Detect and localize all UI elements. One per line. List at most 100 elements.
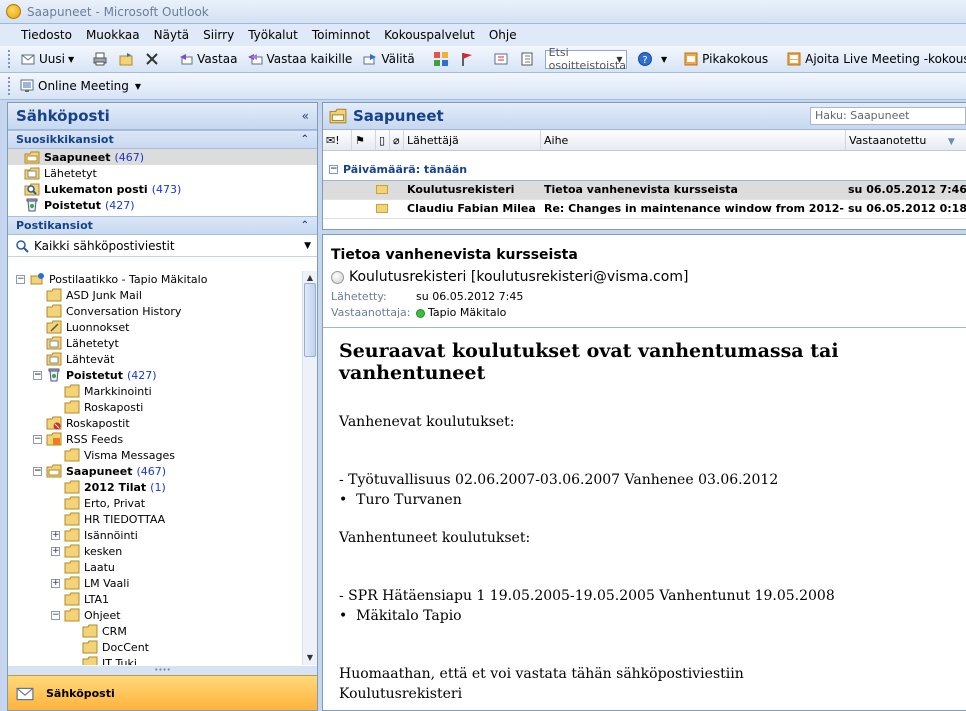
collapse-nav-icon[interactable]: « <box>302 109 309 123</box>
tree-item-folder[interactable]: LTA1 <box>8 591 304 607</box>
collapse-icon[interactable]: − <box>33 434 42 444</box>
tree-item-mailbox[interactable]: − Postilaatikko - Tapio Mäkitalo <box>8 271 304 287</box>
menu-help[interactable]: Ohje <box>482 24 524 46</box>
follow-up-flag-button[interactable] <box>455 48 479 70</box>
help-button[interactable]: ? <box>633 48 657 70</box>
collapse-icon[interactable]: − <box>33 370 42 380</box>
type-column-icon[interactable]: ▯ <box>375 130 385 151</box>
tree-item-folder[interactable]: CRM <box>8 623 304 639</box>
all-mail-items-selector[interactable]: Kaikki sähköpostiviestit ▼ <box>8 235 317 257</box>
collapse-icon[interactable]: − <box>51 610 60 620</box>
live-meeting-button[interactable]: Ajoita Live Meeting -kokous <box>782 48 966 70</box>
address-search-input[interactable]: Etsi osoitteistoista ▼ <box>544 46 627 72</box>
tree-item-outbox[interactable]: Lähtevät <box>8 351 304 367</box>
tree-item-folder[interactable]: + Isännöinti <box>8 527 304 543</box>
tree-item-folder[interactable]: Laatu <box>8 559 304 575</box>
toolbar-grip[interactable] <box>8 50 10 68</box>
address-book-button[interactable] <box>515 48 539 70</box>
expand-icon[interactable]: + <box>51 578 60 588</box>
menu-meeting-services[interactable]: Kokouspalvelut <box>377 24 482 46</box>
tree-item-folder[interactable]: + LM Vaali <box>8 575 304 591</box>
tree-item-inbox[interactable]: − Saapuneet (467) <box>8 463 304 479</box>
reminder-column-icon[interactable]: ⚑ <box>351 130 365 151</box>
tree-item-folder[interactable]: Erto, Privat <box>8 495 304 511</box>
collapse-icon[interactable]: − <box>329 165 338 174</box>
tree-item-folder[interactable]: HR TIEDOTTAA <box>8 511 304 527</box>
instant-search-input[interactable]: Haku: Saapuneet <box>810 107 966 125</box>
print-button[interactable] <box>88 48 112 70</box>
column-subject[interactable]: Aihe <box>540 130 568 151</box>
tree-item-label: Markkinointi <box>84 384 152 398</box>
tree-item-folder[interactable]: Visma Messages <box>8 447 304 463</box>
favorite-deleted[interactable]: Poistetut (427) <box>8 197 317 213</box>
online-meeting-button[interactable]: Online Meeting <box>15 75 133 97</box>
reply-button[interactable]: Vastaa <box>174 48 241 70</box>
scroll-thumb[interactable] <box>304 283 316 357</box>
all-mail-dropdown-icon[interactable]: ▼ <box>304 241 311 251</box>
expand-icon[interactable]: + <box>51 546 60 556</box>
nav-pane-resize-grip[interactable]: •••• <box>8 666 317 675</box>
tree-item-deleted[interactable]: − Poistetut (427) <box>8 367 304 383</box>
tree-item-folder[interactable]: Conversation History <box>8 303 304 319</box>
collapse-section-icon[interactable]: ⌃ <box>301 134 309 145</box>
new-button[interactable]: Uusi ▼ <box>16 48 78 70</box>
expand-icon[interactable]: + <box>51 530 60 540</box>
reply-all-button[interactable]: Vastaa kaikille <box>243 48 356 70</box>
categorize-button[interactable] <box>429 48 453 70</box>
message-subject: Re: Changes in maintenance window from 2… <box>544 202 844 215</box>
address-search-dropdown-icon[interactable]: ▼ <box>613 51 626 68</box>
menu-edit[interactable]: Muokkaa <box>79 24 147 46</box>
delete-button[interactable] <box>140 48 164 70</box>
date-group-header[interactable]: − Päivämäärä: tänään <box>323 159 966 181</box>
tree-item-folder[interactable]: ASD Junk Mail <box>8 287 304 303</box>
tree-item-sent[interactable]: Lähetetyt <box>8 335 304 351</box>
tree-item-rss[interactable]: − RSS Feeds <box>8 431 304 447</box>
favorite-unread[interactable]: Lukematon posti (473) <box>8 181 317 197</box>
menu-tools[interactable]: Työkalut <box>241 24 305 46</box>
collapse-icon[interactable]: − <box>16 274 25 284</box>
tree-item-folder[interactable]: Markkinointi <box>8 383 304 399</box>
toolbar2-options-icon[interactable]: ▼ <box>133 75 143 97</box>
favorite-sent[interactable]: Lähetetyt <box>8 165 317 181</box>
collapse-section-icon[interactable]: ⌃ <box>301 220 309 231</box>
toolbar-options-icon[interactable]: ▼ <box>659 48 669 70</box>
tree-item-folder[interactable]: − Ohjeet <box>8 607 304 623</box>
message-row[interactable]: Claudiu Fabian Milea Re: Changes in main… <box>323 200 966 219</box>
tree-item-folder[interactable]: 2012 Tilat (1) <box>8 479 304 495</box>
recipient[interactable]: Tapio Mäkitalo <box>416 306 506 319</box>
mail-navigation-button[interactable]: Sähköposti <box>8 675 317 710</box>
forward-button[interactable]: Välitä <box>358 48 418 70</box>
sender-name[interactable]: Koulutusrekisteri [koulutusrekisteri@vis… <box>349 269 688 285</box>
column-received[interactable]: Vastaanotettu ▼ <box>845 130 966 151</box>
favorite-inbox[interactable]: Saapuneet (467) <box>8 149 317 165</box>
attachment-column-icon[interactable]: ⌀ <box>389 130 400 151</box>
move-to-folder-button[interactable] <box>114 48 138 70</box>
tree-item-drafts[interactable]: Luonnokset <box>8 319 304 335</box>
scroll-down-icon[interactable]: ▼ <box>303 651 317 665</box>
folder-tree-scrollbar[interactable]: ▲ ▼ <box>302 271 317 665</box>
tree-item-junk[interactable]: Roskapostit <box>8 415 304 431</box>
mail-icon <box>16 687 34 700</box>
collapse-icon[interactable]: − <box>33 466 42 476</box>
mail-folders-section-header[interactable]: Postikansiot ⌃ <box>8 216 317 235</box>
quick-meeting-button[interactable]: Pikakokous <box>679 48 772 70</box>
folder-icon <box>64 512 80 526</box>
new-dropdown-icon[interactable]: ▼ <box>68 55 74 64</box>
tree-item-folder[interactable]: DocCent <box>8 639 304 655</box>
menu-actions[interactable]: Toiminnot <box>305 24 377 46</box>
favorites-section-header[interactable]: Suosikkikansiot ⌃ <box>8 130 317 149</box>
importance-column-icon[interactable]: ✉! <box>325 130 340 151</box>
toolbar-grip[interactable] <box>8 77 11 95</box>
menu-file[interactable]: Tiedosto <box>14 24 79 46</box>
menu-view[interactable]: Näytä <box>147 24 197 46</box>
message-row[interactable]: Koulutusrekisteri Tietoa vanhenevista ku… <box>323 181 966 200</box>
mail-button-label: Sähköposti <box>46 687 115 700</box>
deleted-items-icon <box>26 198 38 212</box>
tree-item-folder[interactable]: IT Tuki <box>8 655 304 665</box>
tree-item-folder[interactable]: + kesken <box>8 543 304 559</box>
live-meeting-icon <box>787 52 801 66</box>
menu-go[interactable]: Siirry <box>196 24 241 46</box>
tree-item-folder[interactable]: Roskaposti <box>8 399 304 415</box>
send-receive-button[interactable] <box>489 48 513 70</box>
column-from[interactable]: Lähettäjä <box>403 130 459 151</box>
